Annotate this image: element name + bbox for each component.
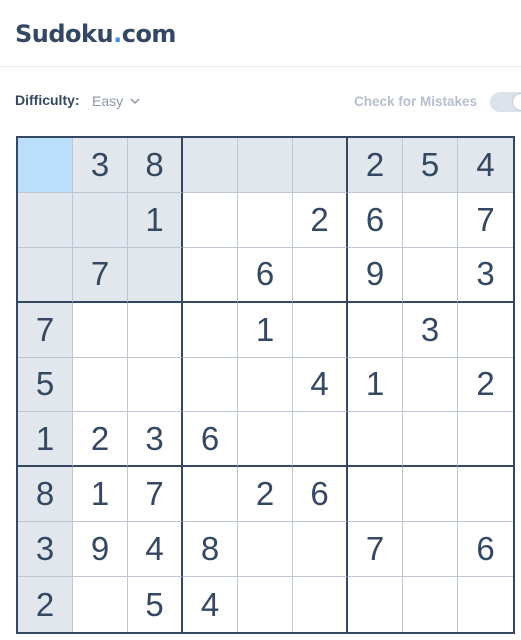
sudoku-cell[interactable]: 2 bbox=[458, 358, 513, 413]
sudoku-cell[interactable] bbox=[128, 247, 183, 303]
sudoku-cell[interactable] bbox=[183, 138, 238, 193]
sudoku-cell[interactable]: 2 bbox=[293, 192, 348, 248]
sudoku-cell[interactable]: 4 bbox=[458, 138, 513, 193]
sudoku-cell[interactable]: 3 bbox=[403, 302, 458, 358]
sudoku-cell[interactable] bbox=[348, 412, 403, 468]
logo-dot: . bbox=[113, 20, 122, 48]
sudoku-cell[interactable] bbox=[183, 357, 238, 413]
sudoku-cell[interactable] bbox=[458, 577, 513, 632]
sudoku-cell[interactable]: 3 bbox=[128, 412, 183, 468]
sudoku-cell[interactable] bbox=[238, 138, 293, 193]
sudoku-cell[interactable] bbox=[73, 302, 128, 358]
sudoku-cell[interactable]: 7 bbox=[458, 193, 513, 248]
difficulty-dropdown[interactable]: Easy bbox=[92, 90, 141, 112]
sudoku-cell[interactable] bbox=[403, 247, 458, 303]
sudoku-cell[interactable] bbox=[18, 138, 73, 193]
check-mistakes-label: Check for Mistakes bbox=[354, 94, 478, 109]
sudoku-cell[interactable] bbox=[238, 412, 293, 468]
sudoku-cell[interactable] bbox=[18, 192, 73, 248]
sudoku-cell[interactable]: 4 bbox=[128, 522, 183, 578]
sudoku-cell[interactable] bbox=[403, 412, 458, 468]
sudoku-cell[interactable] bbox=[403, 577, 458, 632]
sudoku-cell[interactable] bbox=[293, 412, 348, 468]
sudoku-cell[interactable]: 8 bbox=[18, 467, 73, 523]
sudoku-cell[interactable]: 9 bbox=[73, 522, 128, 578]
sudoku-cell[interactable] bbox=[403, 357, 458, 413]
sudoku-cell[interactable] bbox=[348, 467, 403, 523]
sudoku-cell[interactable]: 1 bbox=[348, 357, 403, 413]
sudoku-cell[interactable]: 6 bbox=[238, 247, 293, 303]
sudoku-cell[interactable] bbox=[238, 522, 293, 578]
sudoku-cell[interactable]: 7 bbox=[348, 522, 403, 578]
sudoku-cell[interactable] bbox=[293, 138, 348, 193]
chevron-down-icon bbox=[130, 98, 140, 104]
sudoku-cell[interactable] bbox=[293, 522, 348, 578]
sudoku-cell[interactable]: 5 bbox=[403, 138, 458, 193]
logo[interactable]: Sudoku.com bbox=[15, 18, 176, 50]
sudoku-cell[interactable] bbox=[18, 247, 73, 303]
sudoku-cell[interactable] bbox=[403, 522, 458, 578]
toggle-knob bbox=[512, 93, 521, 111]
sudoku-cell[interactable]: 5 bbox=[18, 357, 73, 413]
sudoku-cell[interactable] bbox=[458, 467, 513, 523]
sudoku-cell[interactable] bbox=[183, 467, 238, 523]
sudoku-cell[interactable]: 4 bbox=[293, 357, 348, 413]
sudoku-cell[interactable] bbox=[293, 577, 348, 632]
sudoku-cell[interactable]: 8 bbox=[183, 522, 238, 578]
sudoku-cell[interactable] bbox=[238, 577, 293, 632]
sudoku-cell[interactable]: 2 bbox=[348, 138, 403, 193]
sudoku-cell[interactable] bbox=[458, 303, 513, 358]
sudoku-cell[interactable]: 3 bbox=[18, 522, 73, 578]
logo-tld: com bbox=[121, 20, 177, 48]
sudoku-cell[interactable] bbox=[348, 302, 403, 358]
sudoku-cell[interactable] bbox=[238, 357, 293, 413]
sudoku-cell[interactable] bbox=[73, 577, 128, 632]
sudoku-cell[interactable]: 1 bbox=[238, 302, 293, 358]
sudoku-cell[interactable]: 2 bbox=[238, 467, 293, 523]
sudoku-cell[interactable]: 1 bbox=[128, 192, 183, 248]
sudoku-cell[interactable]: 7 bbox=[73, 247, 128, 303]
header: Sudoku.com bbox=[0, 0, 521, 67]
sudoku-cell[interactable]: 3 bbox=[458, 248, 513, 303]
sudoku-cell[interactable]: 7 bbox=[128, 467, 183, 523]
sudoku-cell[interactable]: 9 bbox=[348, 247, 403, 303]
sudoku-cell[interactable] bbox=[183, 247, 238, 303]
sudoku-cell[interactable]: 7 bbox=[18, 302, 73, 358]
sudoku-cell[interactable]: 2 bbox=[73, 412, 128, 468]
toolbar: Difficulty: Easy Check for Mistakes bbox=[0, 80, 521, 124]
sudoku-cell[interactable]: 6 bbox=[293, 467, 348, 523]
sudoku-cell[interactable]: 3 bbox=[73, 138, 128, 193]
sudoku-cell[interactable] bbox=[403, 192, 458, 248]
sudoku-cell[interactable]: 4 bbox=[183, 577, 238, 632]
sudoku-cell[interactable] bbox=[73, 357, 128, 413]
difficulty-label: Difficulty: bbox=[15, 92, 80, 108]
sudoku-cell[interactable]: 1 bbox=[18, 412, 73, 468]
sudoku-cell[interactable]: 6 bbox=[348, 192, 403, 248]
sudoku-cell[interactable] bbox=[73, 192, 128, 248]
sudoku-app: Sudoku.com Difficulty: Easy Check for Mi… bbox=[0, 0, 521, 640]
sudoku-cell[interactable] bbox=[348, 577, 403, 632]
sudoku-cell[interactable] bbox=[293, 302, 348, 358]
sudoku-cell[interactable] bbox=[293, 247, 348, 303]
sudoku-board: 38254126776937135412123681726394876254 bbox=[16, 136, 515, 634]
sudoku-cell[interactable]: 6 bbox=[183, 412, 238, 468]
sudoku-cell[interactable]: 8 bbox=[128, 138, 183, 193]
sudoku-cell[interactable]: 6 bbox=[458, 522, 513, 578]
sudoku-cell[interactable] bbox=[183, 192, 238, 248]
sudoku-cell[interactable]: 5 bbox=[128, 577, 183, 632]
sudoku-cell[interactable] bbox=[128, 357, 183, 413]
sudoku-cell[interactable] bbox=[128, 302, 183, 358]
sudoku-cell[interactable]: 1 bbox=[73, 467, 128, 523]
check-mistakes-toggle[interactable] bbox=[490, 92, 521, 112]
sudoku-cell[interactable] bbox=[458, 412, 513, 468]
difficulty-value: Easy bbox=[92, 93, 124, 109]
sudoku-cell[interactable] bbox=[183, 302, 238, 358]
sudoku-cell[interactable]: 2 bbox=[18, 577, 73, 632]
sudoku-cell[interactable] bbox=[238, 192, 293, 248]
sudoku-cell[interactable] bbox=[403, 467, 458, 523]
logo-text: Sudoku bbox=[15, 20, 114, 48]
